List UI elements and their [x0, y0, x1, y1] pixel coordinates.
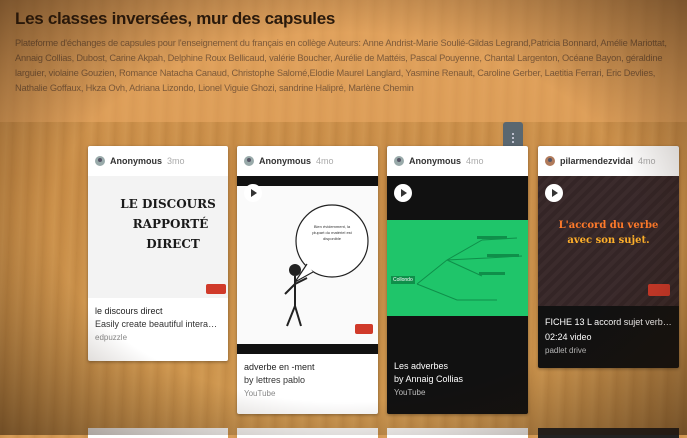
thumb-line: L'accord du verbe — [558, 220, 659, 231]
post-title: FICHE 13 L accord sujet verbe CAPS... — [545, 317, 679, 327]
post-subtitle: by lettres pablo — [244, 375, 306, 385]
post-title: le discours direct — [95, 306, 163, 316]
post-header: pilarmendezvidal 4mo — [538, 146, 679, 176]
post-author: Anonymous — [110, 156, 163, 166]
post-card[interactable]: pilarmendezvidal 4mo L'accord du verbe a… — [538, 146, 679, 368]
post-header: Anonymous 4mo — [237, 146, 378, 176]
post-time: 4mo — [466, 156, 484, 166]
post-title: Les adverbes — [394, 361, 449, 371]
post-title: adverbe en -ment — [244, 362, 315, 372]
post-time: 4mo — [316, 156, 334, 166]
post-thumbnail[interactable]: L'accord du verbe avec son sujet. — [538, 176, 679, 306]
post-source: padlet drive — [545, 346, 587, 355]
post-card[interactable]: Anonymous 4mo Collondo Les adverbes by A… — [387, 146, 528, 414]
post-source: YouTube — [244, 389, 276, 398]
avatar — [545, 156, 555, 166]
thumb-line: LE DISCOURS — [120, 197, 216, 211]
post-subtitle: Easily create beautiful interactive vid.… — [95, 319, 228, 329]
post-author: Anonymous — [259, 156, 312, 166]
avatar — [95, 156, 105, 166]
wall-title: Les classes inversées, mur des capsules — [15, 9, 336, 28]
speech-bubble-text: Bien évidemment, la plupart du matériel … — [312, 224, 352, 241]
wall-description: Plateforme d'échanges de capsules pour l… — [15, 38, 667, 93]
stick-figure-illustration — [284, 204, 373, 334]
post-card-partial[interactable] — [237, 428, 378, 438]
post-source: YouTube — [394, 388, 426, 397]
thumb-line: avec son sujet. — [567, 235, 650, 246]
post-thumbnail[interactable]: Bien évidemment, la plupart du matériel … — [237, 176, 378, 354]
avatar — [394, 156, 404, 166]
post-card-partial[interactable] — [387, 428, 528, 438]
post-header: Anonymous 3mo — [88, 146, 228, 176]
post-author: pilarmendezvidal — [560, 156, 634, 166]
brand-logo-icon — [206, 284, 226, 294]
post-card-partial[interactable] — [538, 428, 679, 438]
avatar — [244, 156, 254, 166]
play-icon[interactable] — [244, 184, 262, 202]
play-icon[interactable] — [545, 184, 563, 202]
brand-logo-icon — [648, 284, 670, 296]
post-card[interactable]: Anonymous 4mo Bien évidemment, la plupar… — [237, 146, 378, 414]
post-source: edpuzzle — [95, 333, 128, 342]
post-thumbnail[interactable]: Collondo — [387, 176, 528, 348]
post-author: Anonymous — [409, 156, 462, 166]
thumb-line: DIRECT — [146, 237, 200, 251]
post-thumbnail[interactable]: LE DISCOURS RAPPORTÉ DIRECT — [88, 176, 228, 298]
wall-header: Les classes inversées, mur des capsules … — [0, 0, 687, 122]
post-card-partial[interactable] — [88, 428, 228, 438]
play-icon[interactable] — [394, 184, 412, 202]
mindmap-illustration — [416, 236, 523, 301]
post-card[interactable]: Anonymous 3mo LE DISCOURS RAPPORTÉ DIREC… — [88, 146, 228, 361]
post-subtitle: by Annaig Collias — [394, 374, 464, 384]
thumb-label: Collondo — [391, 276, 415, 284]
post-subtitle: 02:24 video — [545, 332, 592, 342]
thumb-line: RAPPORTÉ — [132, 217, 209, 231]
post-time: 4mo — [638, 156, 656, 166]
post-header: Anonymous 4mo — [387, 146, 528, 176]
post-time: 3mo — [167, 156, 185, 166]
